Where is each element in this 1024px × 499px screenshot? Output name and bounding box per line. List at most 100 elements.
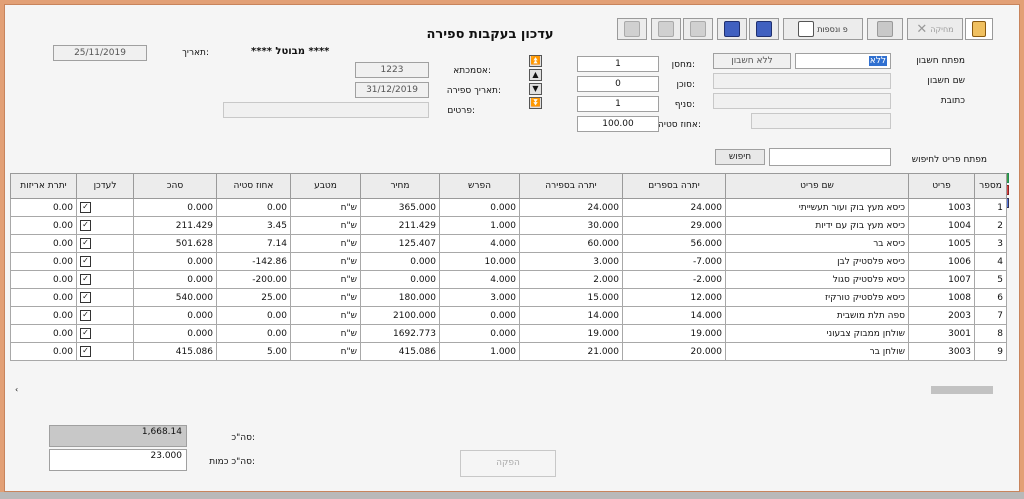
cell-balance[interactable]: 19.000 xyxy=(622,324,726,343)
cell-num[interactable]: 1 xyxy=(974,198,1007,217)
table-row[interactable]: 0.00 ✓ 0.000 0.00 ש"ח 1692.773 0.000 19.000 19.0… xyxy=(10,324,1007,343)
cell-counted[interactable]: 24.000 xyxy=(519,198,623,217)
cell-counted[interactable]: 60.000 xyxy=(519,234,623,253)
cell-key[interactable]: 3003 xyxy=(908,342,975,361)
cell-key[interactable]: 1004 xyxy=(908,216,975,235)
cell-num[interactable]: 7 xyxy=(974,306,1007,325)
update-checkbox[interactable]: ✓ xyxy=(80,292,91,303)
cell-diff[interactable]: 1.000 xyxy=(439,342,520,361)
cell-counted[interactable]: 3.000 xyxy=(519,252,623,271)
tool-button-4[interactable] xyxy=(749,18,779,40)
table-row[interactable]: 0.00 ✓ 415.086 5.00 ש"ח 415.086 1.000 21.000 20.… xyxy=(10,342,1007,361)
print-button[interactable] xyxy=(867,18,903,40)
cell-price[interactable]: 125.407 xyxy=(360,234,440,253)
cell-num[interactable]: 8 xyxy=(974,324,1007,343)
cell-counted[interactable]: 21.000 xyxy=(519,342,623,361)
col-header-item-name[interactable]: שם פריט xyxy=(725,173,909,199)
cell-units[interactable]: 0.00 xyxy=(10,252,77,271)
cell-percent[interactable]: 7.14 xyxy=(216,234,291,253)
col-header-currency[interactable]: מטבע xyxy=(290,173,361,199)
cell-num[interactable]: 5 xyxy=(974,270,1007,289)
cell-update[interactable]: ✓ xyxy=(76,288,134,307)
cell-units[interactable]: 0.00 xyxy=(10,324,77,343)
cell-key[interactable]: 1006 xyxy=(908,252,975,271)
update-checkbox[interactable]: ✓ xyxy=(80,310,91,321)
details-input[interactable] xyxy=(223,102,429,118)
cell-percent[interactable]: 3.45 xyxy=(216,216,291,235)
search-button[interactable]: חיפוש xyxy=(715,149,765,165)
cell-update[interactable]: ✓ xyxy=(76,324,134,343)
cell-currency[interactable]: ש"ח xyxy=(290,342,361,361)
cell-percent[interactable]: 0.00 xyxy=(216,198,291,217)
produce-button[interactable]: הפקה xyxy=(460,450,556,477)
cell-total[interactable]: 0.000 xyxy=(133,324,217,343)
cell-update[interactable]: ✓ xyxy=(76,252,134,271)
nav-last-button[interactable]: ⏬ xyxy=(529,97,542,109)
cell-currency[interactable]: ש"ח xyxy=(290,270,361,289)
agent-input[interactable]: 0 xyxy=(577,76,659,92)
cell-key[interactable]: 1007 xyxy=(908,270,975,289)
cell-counted[interactable]: 14.000 xyxy=(519,306,623,325)
col-header-percent[interactable]: אחוז סטיה xyxy=(216,173,291,199)
attachments-button[interactable]: פ ונספות xyxy=(783,18,863,40)
cell-balance[interactable]: 56.000 xyxy=(622,234,726,253)
cell-balance[interactable]: 29.000 xyxy=(622,216,726,235)
cell-currency[interactable]: ש"ח xyxy=(290,306,361,325)
cell-units[interactable]: 0.00 xyxy=(10,198,77,217)
cell-update[interactable]: ✓ xyxy=(76,342,134,361)
cell-units[interactable]: 0.00 xyxy=(10,342,77,361)
cell-key[interactable]: 1008 xyxy=(908,288,975,307)
update-checkbox[interactable]: ✓ xyxy=(80,274,91,285)
cell-total[interactable]: 540.000 xyxy=(133,288,217,307)
cell-num[interactable]: 4 xyxy=(974,252,1007,271)
table-row[interactable]: 0.00 ✓ 0.000 0.00 ש"ח 365.000 0.000 24.000 24.00… xyxy=(10,198,1007,217)
cell-percent[interactable]: 5.00 xyxy=(216,342,291,361)
cell-balance[interactable]: 14.000 xyxy=(622,306,726,325)
cell-currency[interactable]: ש"ח xyxy=(290,216,361,235)
address-input[interactable] xyxy=(713,93,891,109)
cell-price[interactable]: 365.000 xyxy=(360,198,440,217)
cell-price[interactable]: 1692.773 xyxy=(360,324,440,343)
update-checkbox[interactable]: ✓ xyxy=(80,238,91,249)
cell-diff[interactable]: 0.000 xyxy=(439,306,520,325)
col-header-diff[interactable]: הפרש xyxy=(439,173,520,199)
account-key-input[interactable]: ללא xyxy=(795,53,891,69)
cell-units[interactable]: 0.00 xyxy=(10,288,77,307)
cell-price[interactable]: 211.429 xyxy=(360,216,440,235)
cell-name[interactable]: כיסא פלסטיק סגול xyxy=(725,270,909,289)
cell-diff[interactable]: 4.000 xyxy=(439,270,520,289)
nav-prev-button[interactable]: ▲ xyxy=(529,69,542,81)
cell-key[interactable]: 2003 xyxy=(908,306,975,325)
cell-balance[interactable]: -2.000 xyxy=(622,270,726,289)
cell-key[interactable]: 3001 xyxy=(908,324,975,343)
col-header-unit-balance[interactable]: יתרת אריזות xyxy=(10,173,77,199)
cell-num[interactable]: 9 xyxy=(974,342,1007,361)
cell-total[interactable]: 0.000 xyxy=(133,306,217,325)
cell-percent[interactable]: -142.86 xyxy=(216,252,291,271)
update-checkbox[interactable]: ✓ xyxy=(80,346,91,357)
cell-diff[interactable]: 3.000 xyxy=(439,288,520,307)
cell-update[interactable]: ✓ xyxy=(76,198,134,217)
exit-button[interactable] xyxy=(965,18,993,40)
cell-num[interactable]: 6 xyxy=(974,288,1007,307)
account-name-input[interactable] xyxy=(713,73,891,89)
cell-price[interactable]: 0.000 xyxy=(360,252,440,271)
cell-name[interactable]: כיסא מעץ בוק ועור תעשייתי xyxy=(725,198,909,217)
cell-total[interactable]: 211.429 xyxy=(133,216,217,235)
nav-next-button[interactable]: ▼ xyxy=(529,83,542,95)
cell-total[interactable]: 0.000 xyxy=(133,270,217,289)
cell-key[interactable]: 1003 xyxy=(908,198,975,217)
cell-diff[interactable]: 0.000 xyxy=(439,324,520,343)
cell-units[interactable]: 0.00 xyxy=(10,216,77,235)
cell-num[interactable]: 2 xyxy=(974,216,1007,235)
col-header-total[interactable]: סהכ xyxy=(133,173,217,199)
table-row[interactable]: 0.00 ✓ 501.628 7.14 ש"ח 125.407 4.000 60.000 56.… xyxy=(10,234,1007,253)
cell-counted[interactable]: 15.000 xyxy=(519,288,623,307)
cell-currency[interactable]: ש"ח xyxy=(290,198,361,217)
cell-total[interactable]: 501.628 xyxy=(133,234,217,253)
cell-balance[interactable]: 12.000 xyxy=(622,288,726,307)
table-row[interactable]: 0.00 ✓ 0.000 -142.86 ש"ח 0.000 10.000 3.000 -7.0… xyxy=(10,252,1007,271)
cell-price[interactable]: 180.000 xyxy=(360,288,440,307)
grid-horizontal-scrollbar[interactable]: ‹ xyxy=(15,385,999,395)
col-header-update[interactable]: לעדכן xyxy=(76,173,134,199)
